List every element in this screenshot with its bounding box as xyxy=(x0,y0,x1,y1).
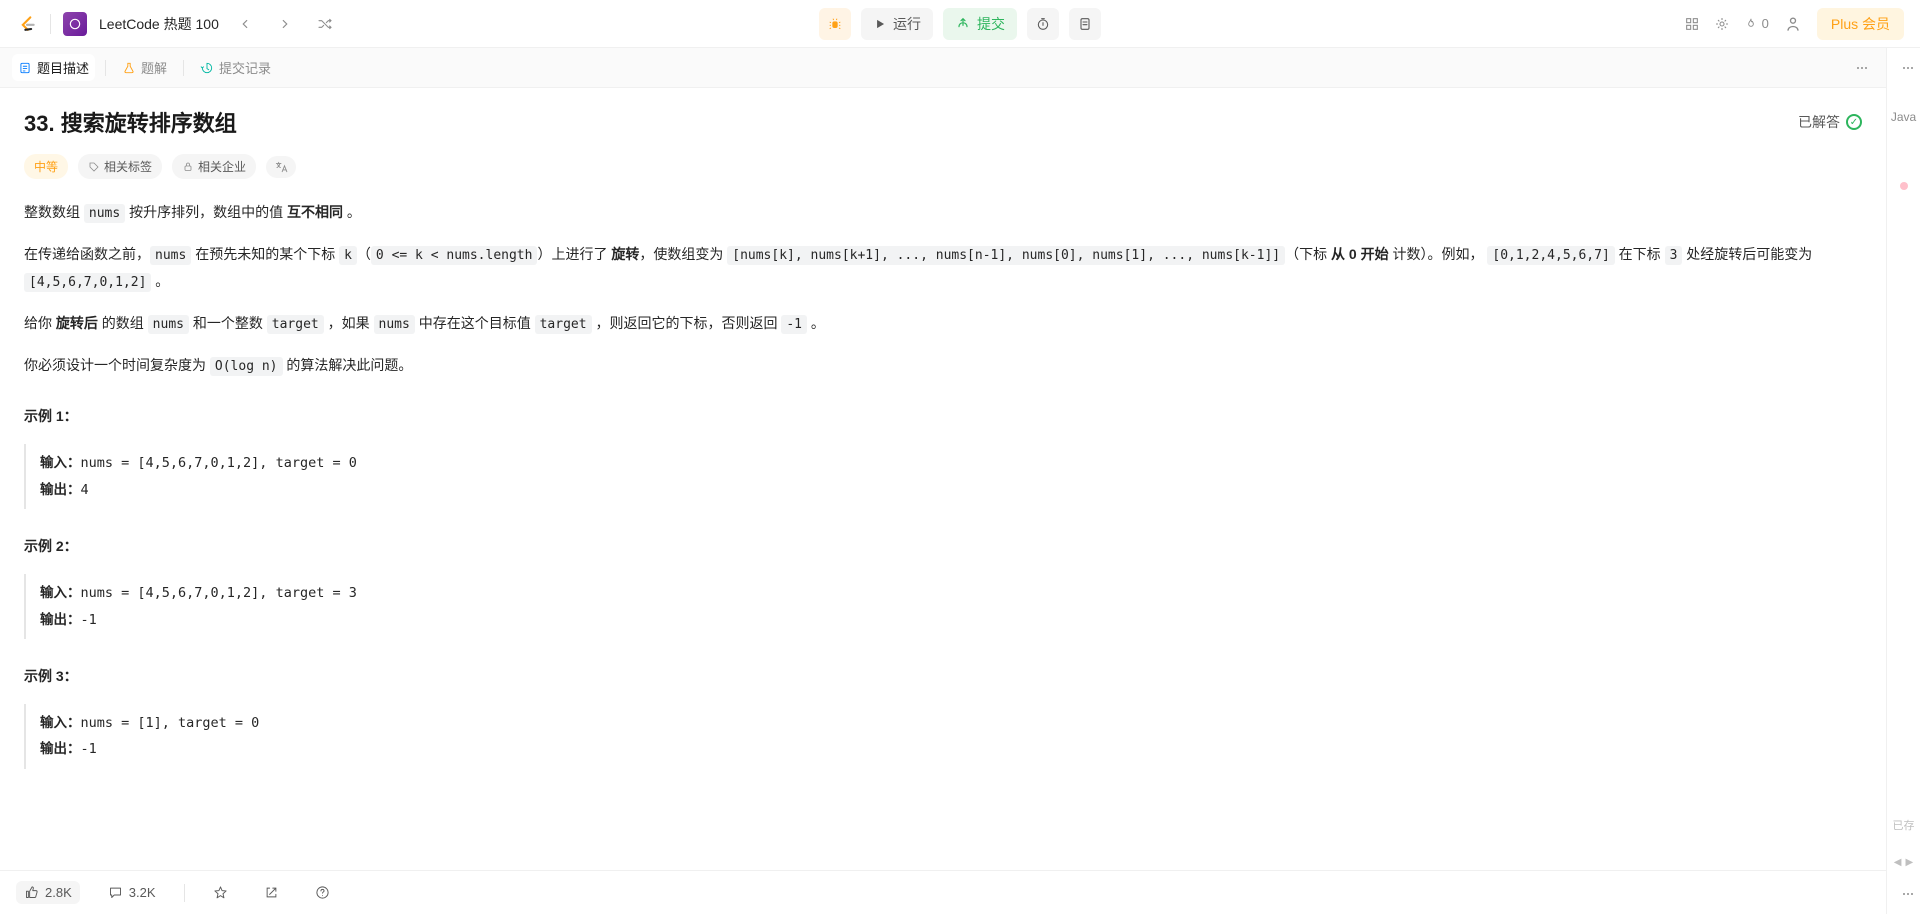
example-2: 输入：nums = [4,5,6,7,0,1,2], target = 3 输出… xyxy=(24,574,1862,639)
streak-counter[interactable]: 0 xyxy=(1744,16,1769,31)
help-button[interactable] xyxy=(307,881,338,904)
like-button[interactable]: 2.8K xyxy=(16,881,80,904)
companies-badge[interactable]: 相关企业 xyxy=(172,154,256,179)
user-avatar[interactable] xyxy=(1783,14,1803,34)
tags-label: 相关标签 xyxy=(104,158,152,175)
shuffle-button[interactable] xyxy=(311,10,339,38)
settings-button[interactable] xyxy=(1714,16,1730,32)
desc-p2: 在传递给函数之前，nums 在预先未知的某个下标 k（0 <= k < nums… xyxy=(24,241,1862,296)
problem-header: 33. 搜索旋转排序数组 已解答 ✓ xyxy=(24,106,1862,138)
problem-content: 33. 搜索旋转排序数组 已解答 ✓ 中等 相关标签 相关企业 xyxy=(0,88,1886,914)
tab-submissions[interactable]: 提交记录 xyxy=(194,54,277,81)
tab-separator xyxy=(105,60,106,76)
right-pane: Java 已存 ◀ ▶ xyxy=(1886,48,1920,914)
debug-button[interactable] xyxy=(819,8,851,40)
example-1-title: 示例 1： xyxy=(24,403,1862,430)
comments-button[interactable]: 3.2K xyxy=(100,881,164,904)
run-label: 运行 xyxy=(893,14,921,34)
favorite-button[interactable] xyxy=(205,881,236,904)
example-2-title: 示例 2： xyxy=(24,533,1862,560)
language-tab[interactable]: Java xyxy=(1889,104,1918,130)
leetcode-logo[interactable] xyxy=(16,13,38,35)
tags-badge[interactable]: 相关标签 xyxy=(78,154,162,179)
tab-separator xyxy=(183,60,184,76)
history-icon xyxy=(200,61,214,75)
solved-label: 已解答 xyxy=(1798,112,1840,132)
example-3-title: 示例 3： xyxy=(24,663,1862,690)
tab-description-label: 题目描述 xyxy=(37,58,89,77)
layout-button[interactable] xyxy=(1684,16,1700,32)
tab-solution[interactable]: 题解 xyxy=(116,54,173,81)
saved-label: 已存 xyxy=(1891,811,1917,839)
arrow-right-icon[interactable]: ▶ xyxy=(1904,855,1916,870)
problem-description: 整数数组 nums 按升序排列，数组中的值 互不相同 。 在传递给函数之前，nu… xyxy=(24,199,1862,769)
tabs-more-button[interactable] xyxy=(1850,56,1874,80)
next-problem-button[interactable] xyxy=(271,10,299,38)
desc-p3: 给你 旋转后 的数组 nums 和一个整数 target ，如果 nums 中存… xyxy=(24,310,1862,338)
tab-solution-label: 题解 xyxy=(141,58,167,77)
share-button[interactable] xyxy=(256,881,287,904)
translate-badge[interactable] xyxy=(266,156,296,178)
run-button[interactable]: 运行 xyxy=(861,8,933,40)
submit-button[interactable]: 提交 xyxy=(943,8,1017,40)
main-area: 题目描述 题解 提交记录 33. 搜索旋转排序数组 xyxy=(0,48,1920,914)
timer-button[interactable] xyxy=(1027,8,1059,40)
prev-problem-button[interactable] xyxy=(231,10,259,38)
tab-submissions-label: 提交记录 xyxy=(219,58,271,77)
top-center-controls: 运行 提交 xyxy=(819,8,1101,40)
tabs-bar: 题目描述 题解 提交记录 xyxy=(0,48,1886,88)
flask-icon xyxy=(122,61,136,75)
left-pane: 题目描述 题解 提交记录 33. 搜索旋转排序数组 xyxy=(0,48,1886,914)
difficulty-badge[interactable]: 中等 xyxy=(24,154,68,179)
status-dot-icon xyxy=(1900,182,1908,190)
example-1: 输入：nums = [4,5,6,7,0,1,2], target = 0 输出… xyxy=(24,444,1862,509)
streak-count: 0 xyxy=(1762,16,1769,31)
comments-count: 3.2K xyxy=(129,885,156,900)
notes-button[interactable] xyxy=(1069,8,1101,40)
list-icon[interactable] xyxy=(63,12,87,36)
problem-title: 33. 搜索旋转排序数组 xyxy=(24,106,237,138)
list-title[interactable]: LeetCode 热题 100 xyxy=(99,14,219,34)
right-arrows: ◀ ▶ xyxy=(1892,855,1915,870)
submit-label: 提交 xyxy=(977,14,1005,34)
plus-member-button[interactable]: Plus 会员 xyxy=(1817,8,1904,40)
example-3: 输入：nums = [1], target = 0 输出：-1 xyxy=(24,704,1862,769)
check-icon: ✓ xyxy=(1846,114,1862,130)
top-bar: LeetCode 热题 100 运行 提交 xyxy=(0,0,1920,48)
description-icon xyxy=(18,61,32,75)
divider xyxy=(50,14,51,34)
tab-description[interactable]: 题目描述 xyxy=(12,54,95,81)
solved-status: 已解答 ✓ xyxy=(1798,112,1862,132)
arrow-left-icon[interactable]: ◀ xyxy=(1892,855,1904,870)
right-more-button-2[interactable] xyxy=(1896,882,1920,906)
like-count: 2.8K xyxy=(45,885,72,900)
footer-separator xyxy=(184,884,185,902)
right-more-button[interactable] xyxy=(1896,56,1920,80)
companies-label: 相关企业 xyxy=(198,158,246,175)
footer-bar: 2.8K 3.2K xyxy=(0,870,1886,914)
top-right-controls: 0 Plus 会员 xyxy=(1684,8,1904,40)
badges-row: 中等 相关标签 相关企业 xyxy=(24,154,1862,179)
desc-p1: 整数数组 nums 按升序排列，数组中的值 互不相同 。 xyxy=(24,199,1862,227)
desc-p4: 你必须设计一个时间复杂度为 O(log n) 的算法解决此问题。 xyxy=(24,352,1862,380)
